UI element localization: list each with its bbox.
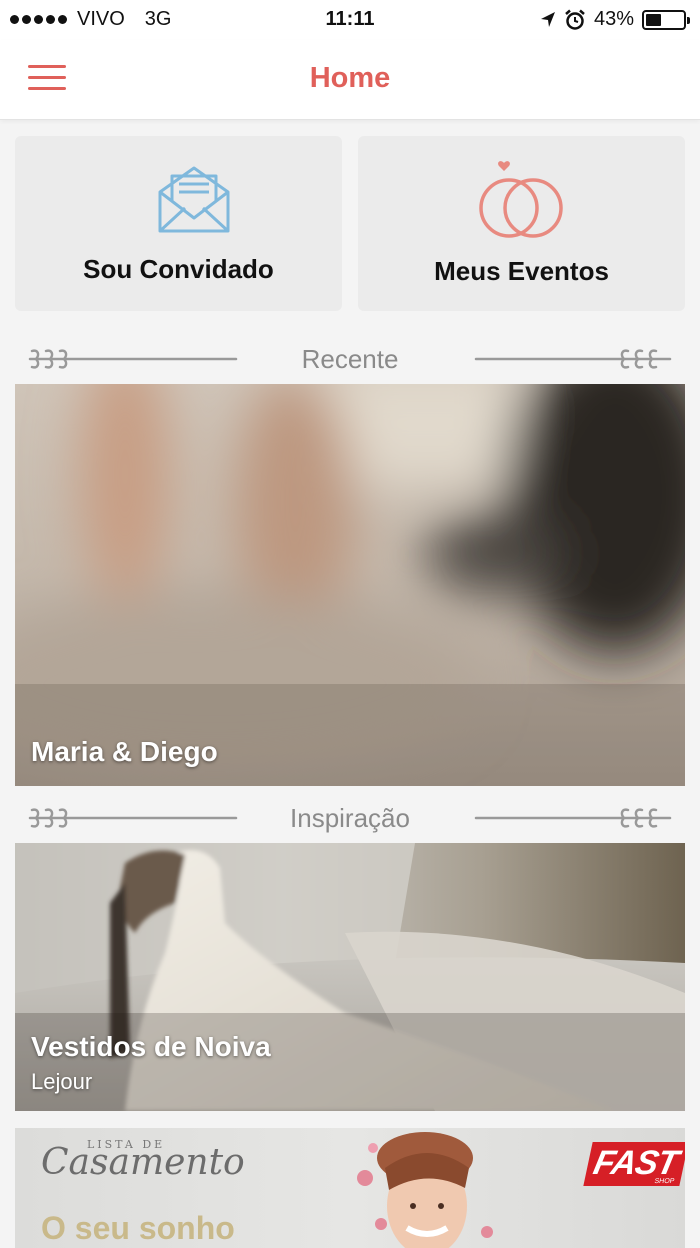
envelope-icon [158, 166, 230, 233]
ad-banner[interactable]: LISTA DE Casamento O seu sonho FAST SHOP [15, 1128, 685, 1248]
inspiration-card[interactable]: Vestidos de Noiva Lejour [15, 843, 685, 1111]
inspiration-title: Vestidos de Noiva [31, 1031, 271, 1062]
battery-percent: 43% [593, 8, 634, 30]
inspiration-subtitle: Lejour [31, 1069, 93, 1094]
recent-event-card[interactable]: Maria & Diego [15, 384, 685, 786]
navigation-bar: Home [0, 40, 700, 120]
fast-shop-logo: FAST SHOP [583, 1142, 685, 1186]
status-bar: VIVO 3G 11:11 43% [0, 0, 700, 40]
page-title: Home [309, 62, 391, 94]
location-arrow-icon [540, 11, 555, 27]
status-right: 43% [540, 8, 690, 31]
ad-headline: O seu sonho [41, 1210, 235, 1246]
recent-event-title: Maria & Diego [31, 736, 218, 767]
section-header-recente: Recente [0, 338, 700, 378]
sou-convidado-label: Sou Convidado [83, 254, 274, 284]
ad-model-image [357, 1132, 493, 1248]
rings-icon [479, 161, 563, 238]
ornament-right-icon [474, 349, 672, 369]
section-header-inspiracao: Inspiração [0, 797, 700, 837]
meus-eventos-button[interactable]: Meus Eventos [358, 136, 685, 311]
recent-event-photo [15, 384, 685, 786]
wedding-dress-photo [15, 843, 685, 1111]
fast-logo-sub: SHOP [653, 1178, 676, 1185]
battery-icon [642, 9, 690, 30]
meus-eventos-label: Meus Eventos [434, 256, 609, 286]
sou-convidado-button[interactable]: Sou Convidado [15, 136, 342, 311]
ad-script-brand: Casamento [41, 1142, 245, 1183]
alarm-clock-icon [565, 9, 585, 30]
ornament-right-icon [474, 808, 672, 828]
